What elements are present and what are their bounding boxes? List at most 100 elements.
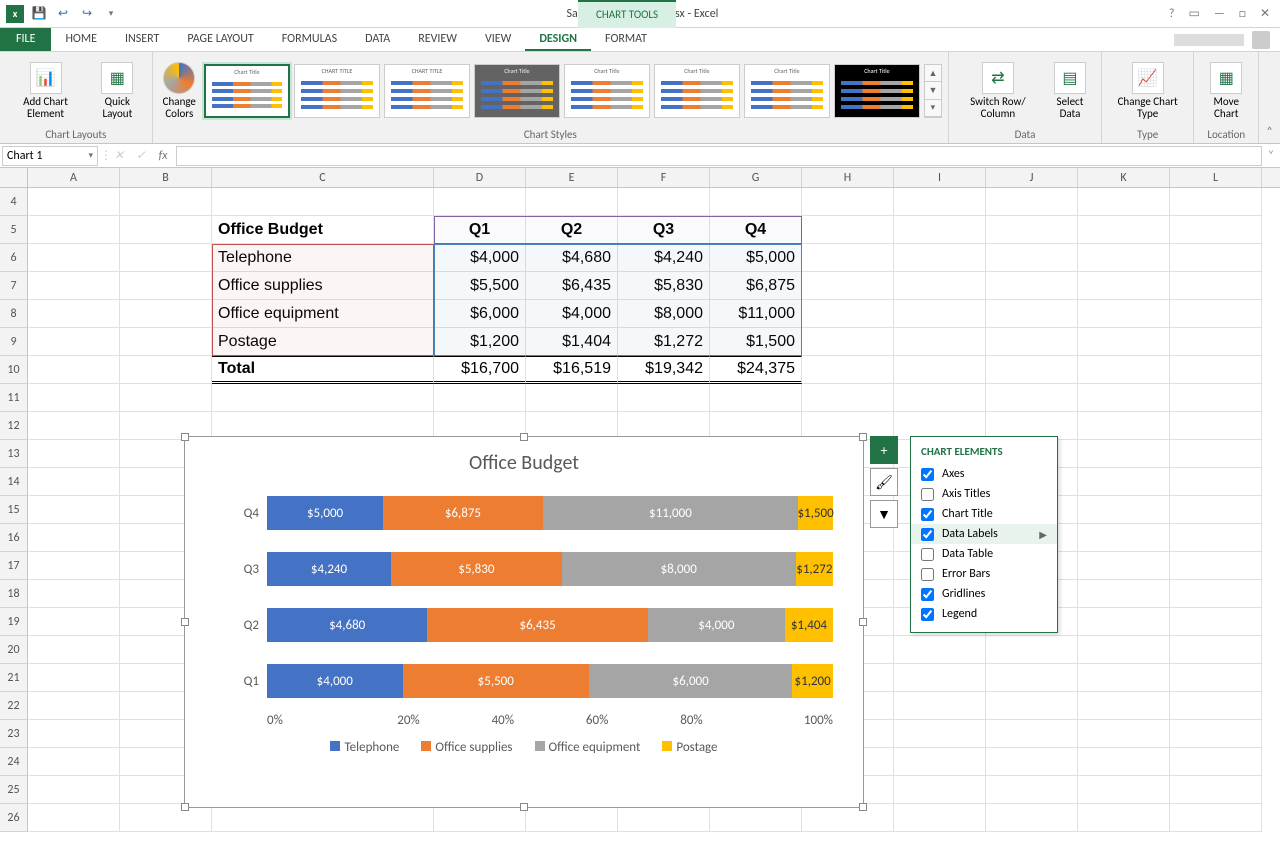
cell[interactable] <box>1078 440 1170 468</box>
cell[interactable] <box>526 384 618 412</box>
cell[interactable] <box>1170 748 1262 776</box>
checkbox[interactable] <box>921 488 934 501</box>
page-layout-tab[interactable]: PAGE LAYOUT <box>173 28 267 51</box>
row-header[interactable]: 19 <box>0 608 28 636</box>
cell[interactable] <box>28 188 120 216</box>
cell[interactable] <box>1170 636 1262 664</box>
move-chart-button[interactable]: ▦Move Chart <box>1200 60 1252 122</box>
expand-formula-bar-icon[interactable]: ˅ <box>1262 149 1280 163</box>
chart-element-option[interactable]: Data Labels▶ <box>911 524 1057 544</box>
cell[interactable] <box>1078 496 1170 524</box>
cell[interactable]: $16,519 <box>526 356 618 384</box>
cell[interactable]: $6,435 <box>526 272 618 300</box>
cell[interactable] <box>1078 580 1170 608</box>
cell[interactable] <box>120 244 212 272</box>
cell[interactable] <box>1170 328 1262 356</box>
cell[interactable] <box>28 440 120 468</box>
cell[interactable] <box>618 804 710 832</box>
cell[interactable] <box>28 552 120 580</box>
cell[interactable] <box>28 776 120 804</box>
cell[interactable]: $5,500 <box>434 272 526 300</box>
chart-style-3[interactable]: CHART TITLE <box>384 64 470 118</box>
worksheet-grid[interactable]: A B C D E F G H I J K L 45Office BudgetQ… <box>0 168 1280 848</box>
cell[interactable] <box>1170 468 1262 496</box>
cell[interactable]: Postage <box>212 328 434 356</box>
col-header[interactable]: J <box>986 168 1078 187</box>
chart-bar-segment[interactable]: $4,000 <box>648 608 785 642</box>
cell[interactable] <box>894 636 986 664</box>
cell[interactable] <box>1078 468 1170 496</box>
cell[interactable] <box>618 188 710 216</box>
user-avatar-icon[interactable] <box>1252 31 1270 49</box>
cell[interactable]: $19,342 <box>618 356 710 384</box>
chart-element-option[interactable]: Error Bars <box>911 564 1057 584</box>
cell[interactable] <box>1170 580 1262 608</box>
cell[interactable] <box>986 776 1078 804</box>
cell[interactable] <box>1170 188 1262 216</box>
cell[interactable] <box>986 356 1078 384</box>
view-tab[interactable]: VIEW <box>471 28 525 51</box>
cell[interactable] <box>986 300 1078 328</box>
checkbox[interactable] <box>921 528 934 541</box>
cell[interactable] <box>28 328 120 356</box>
cell[interactable] <box>894 804 986 832</box>
cell[interactable] <box>894 664 986 692</box>
col-header[interactable]: C <box>212 168 434 187</box>
col-header[interactable]: K <box>1078 168 1170 187</box>
cell[interactable] <box>28 664 120 692</box>
cell[interactable] <box>526 804 618 832</box>
cell[interactable] <box>986 804 1078 832</box>
chart-bar-segment[interactable]: $5,500 <box>403 664 589 698</box>
chart-bar-segment[interactable]: $6,875 <box>383 496 543 530</box>
checkbox[interactable] <box>921 588 934 601</box>
cell[interactable] <box>986 636 1078 664</box>
chart-bar-segment[interactable]: $5,000 <box>267 496 383 530</box>
chart-element-option[interactable]: Legend <box>911 604 1057 624</box>
select-all-corner[interactable] <box>0 168 28 187</box>
col-header[interactable]: I <box>894 168 986 187</box>
chart-style-8[interactable]: Chart Title <box>834 64 920 118</box>
cell[interactable]: $6,000 <box>434 300 526 328</box>
cell[interactable]: $4,000 <box>526 300 618 328</box>
cell[interactable] <box>434 384 526 412</box>
col-header[interactable]: A <box>28 168 120 187</box>
chart-style-5[interactable]: Chart Title <box>564 64 650 118</box>
col-header[interactable]: G <box>710 168 802 187</box>
cell[interactable] <box>986 272 1078 300</box>
cell[interactable] <box>1170 496 1262 524</box>
row-header[interactable]: 23 <box>0 720 28 748</box>
row-header[interactable]: 9 <box>0 328 28 356</box>
cell[interactable] <box>28 468 120 496</box>
close-icon[interactable]: ✕ <box>1260 6 1270 21</box>
cell[interactable] <box>1078 412 1170 440</box>
cell[interactable] <box>28 384 120 412</box>
cell[interactable]: Q3 <box>618 216 710 244</box>
legend-item[interactable]: Office supplies <box>421 740 512 755</box>
chart-plot-area[interactable]: Q4$5,000$6,875$11,000$1,500Q3$4,240$5,83… <box>185 481 863 709</box>
add-chart-element-button[interactable]: 📊Add Chart Element <box>6 60 85 122</box>
cell[interactable] <box>28 244 120 272</box>
cell[interactable] <box>1170 524 1262 552</box>
row-header[interactable]: 20 <box>0 636 28 664</box>
chart-element-option[interactable]: Axes <box>911 464 1057 484</box>
chart-legend[interactable]: TelephoneOffice suppliesOffice equipment… <box>185 728 863 767</box>
cell[interactable] <box>1170 384 1262 412</box>
review-tab[interactable]: REVIEW <box>404 28 471 51</box>
chart-bar-segment[interactable]: $1,200 <box>792 664 833 698</box>
cell[interactable]: $5,000 <box>710 244 802 272</box>
cell[interactable] <box>1078 188 1170 216</box>
cell[interactable] <box>894 328 986 356</box>
cell[interactable] <box>1170 720 1262 748</box>
cell[interactable] <box>802 300 894 328</box>
cell[interactable] <box>1078 244 1170 272</box>
cell[interactable] <box>894 272 986 300</box>
chart-bar-segment[interactable]: $1,272 <box>796 552 833 586</box>
cell[interactable]: $4,240 <box>618 244 710 272</box>
checkbox[interactable] <box>921 508 934 521</box>
change-colors-button[interactable]: Change Colors <box>159 60 200 122</box>
cell[interactable]: Telephone <box>212 244 434 272</box>
cell[interactable]: Q4 <box>710 216 802 244</box>
cell[interactable] <box>802 188 894 216</box>
cell[interactable] <box>212 188 434 216</box>
cell[interactable] <box>212 804 434 832</box>
